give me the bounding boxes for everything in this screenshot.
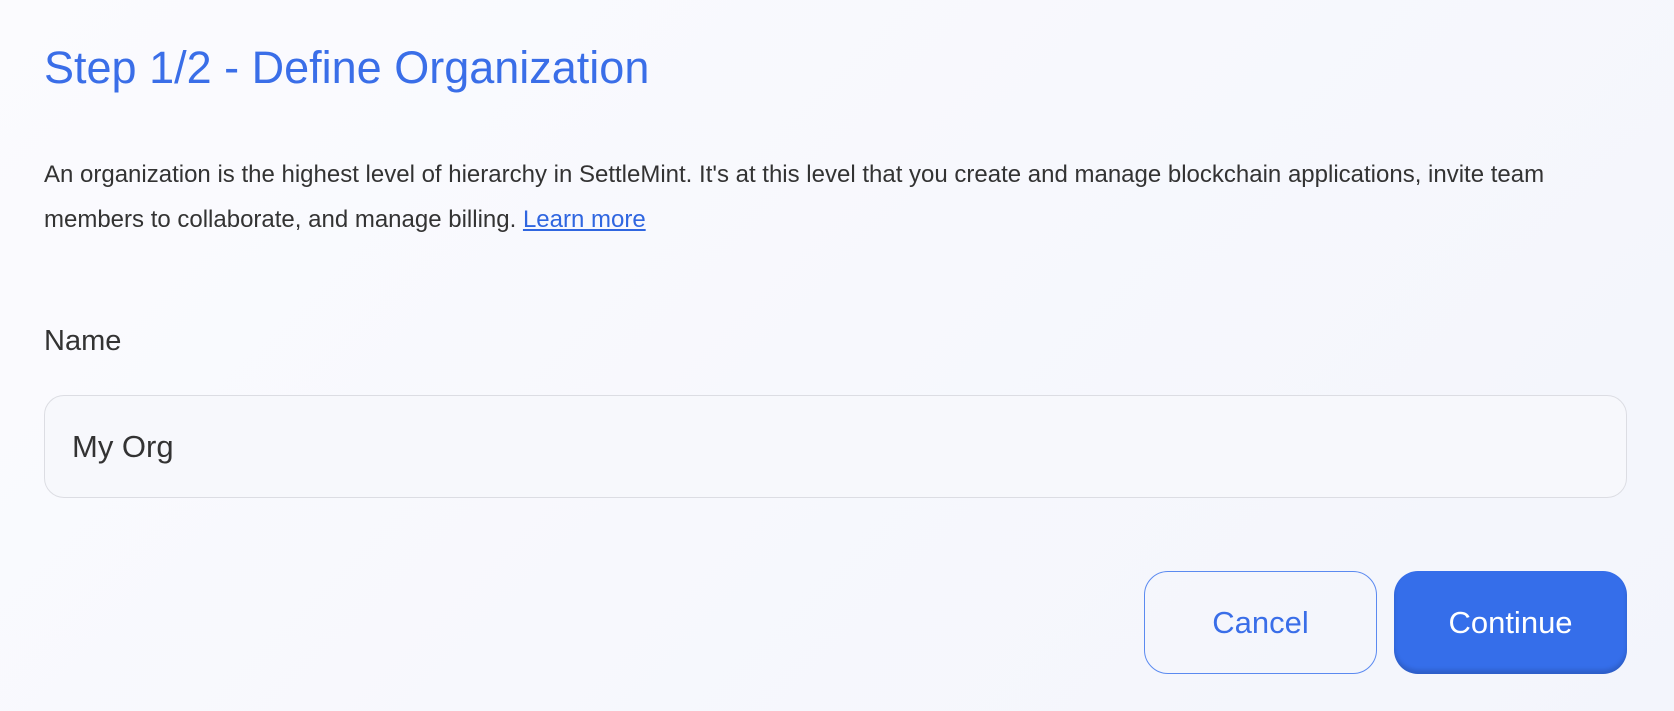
page-title: Step 1/2 - Define Organization	[44, 42, 650, 93]
continue-button[interactable]: Continue	[1394, 571, 1627, 674]
description-text: An organization is the highest level of …	[44, 161, 1545, 233]
cancel-button[interactable]: Cancel	[1144, 571, 1377, 674]
learn-more-link[interactable]: Learn more	[523, 206, 646, 233]
name-label: Name	[44, 325, 122, 357]
description: An organization is the highest level of …	[44, 152, 1604, 242]
name-input[interactable]	[44, 395, 1627, 498]
